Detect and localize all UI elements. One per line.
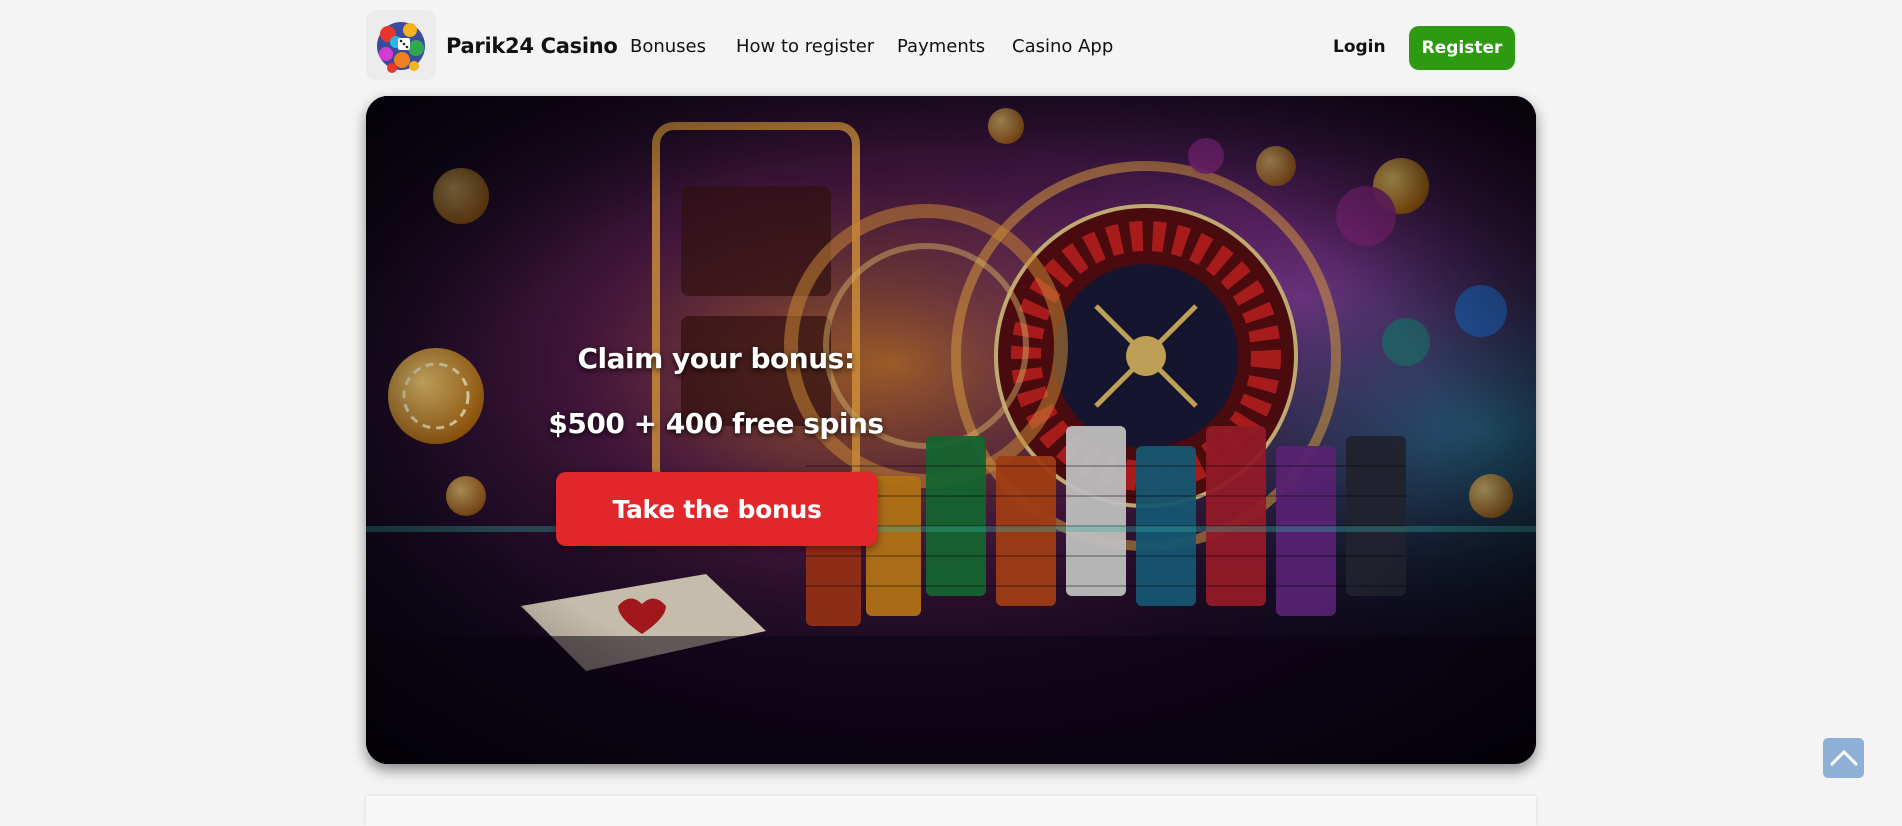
register-button[interactable]: Register xyxy=(1409,26,1515,70)
hero-title: Claim your bonus: xyxy=(577,342,855,375)
hero-offer: $500 + 400 free spins xyxy=(548,407,884,440)
site-header: Parik24 Casino Bonuses How to register P… xyxy=(0,0,1902,94)
nav-casino-app[interactable]: Casino App xyxy=(1012,36,1113,57)
nav-how-to-register[interactable]: How to register xyxy=(736,36,874,57)
login-link[interactable]: Login xyxy=(1333,37,1386,57)
nav-payments[interactable]: Payments xyxy=(897,36,985,57)
casino-logo-icon[interactable] xyxy=(366,10,436,80)
chevron-up-icon xyxy=(1829,749,1858,767)
scroll-to-top-button[interactable] xyxy=(1823,738,1864,778)
content-section xyxy=(366,796,1536,826)
nav-bonuses[interactable]: Bonuses xyxy=(630,36,706,57)
brand-name[interactable]: Parik24 Casino xyxy=(446,34,618,58)
hero-banner: Claim your bonus: $500 + 400 free spins … xyxy=(366,96,1536,764)
take-bonus-button[interactable]: Take the bonus xyxy=(556,472,878,546)
